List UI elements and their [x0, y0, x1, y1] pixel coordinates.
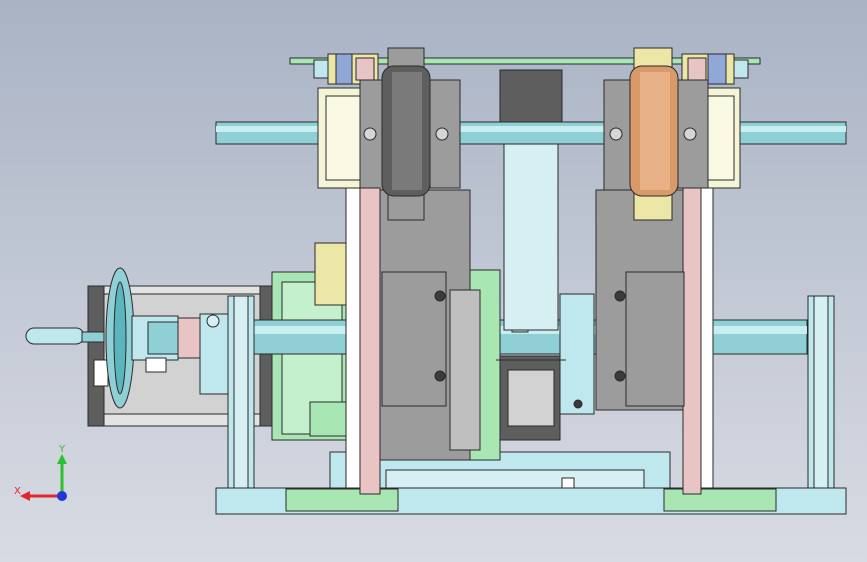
y-axis-arrowhead	[57, 454, 67, 464]
x-axis-label: X	[14, 486, 21, 497]
x-axis-arrowhead	[20, 491, 30, 501]
y-axis-label: Y	[58, 444, 66, 455]
cad-viewport[interactable]: Y X	[0, 0, 867, 562]
base-plate	[215, 451, 847, 515]
coordinate-triad: Y X	[14, 444, 67, 501]
upper-shaft	[215, 121, 847, 145]
z-axis-dot	[57, 491, 67, 501]
roll-forming-assembly-drawing	[25, 47, 847, 515]
